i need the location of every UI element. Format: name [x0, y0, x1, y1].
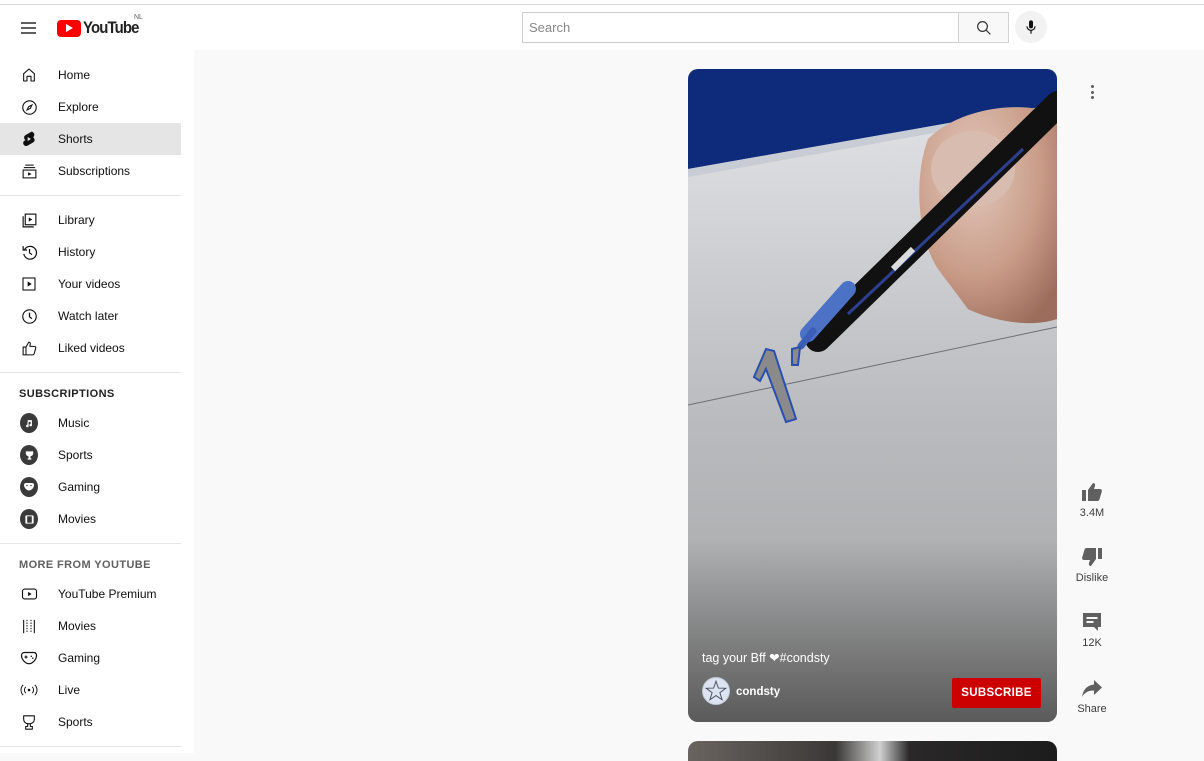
sidebar-item-label: Live	[58, 683, 81, 697]
country-code: NL	[134, 14, 143, 21]
microphone-icon	[1026, 20, 1036, 34]
sidebar-item-movies[interactable]: Movies	[0, 503, 181, 535]
subscribe-button[interactable]: SUBSCRIBE	[952, 678, 1041, 708]
sidebar-item-label: Liked videos	[58, 341, 125, 355]
library-icon	[20, 211, 38, 229]
dislike-label: Dislike	[1075, 572, 1109, 584]
sidebar-item-more-movies[interactable]: Movies	[0, 610, 181, 642]
youtube-premium-icon	[20, 585, 38, 603]
thumbs-down-icon	[1082, 548, 1102, 566]
sidebar-item-label: Subscriptions	[58, 164, 131, 178]
sidebar-item-home[interactable]: Home	[0, 59, 181, 91]
sidebar-divider	[0, 372, 181, 373]
youtube-logo[interactable]: YouTube NL	[57, 14, 146, 39]
search-bar	[522, 12, 1009, 43]
sidebar-item-label: YouTube Premium	[58, 587, 157, 601]
sidebar-item-label: Movies	[58, 619, 97, 633]
sidebar-item-gaming[interactable]: Gaming	[0, 471, 181, 503]
share-arrow-icon	[1082, 680, 1102, 697]
channel-name[interactable]: condsty	[736, 686, 780, 698]
sidebar-item-library[interactable]: Library	[0, 204, 181, 236]
sidebar-item-label: Movies	[58, 512, 97, 526]
channel-avatar[interactable]	[702, 677, 730, 705]
search-button[interactable]	[958, 12, 1009, 43]
sidebar-item-music[interactable]: Music	[0, 407, 181, 439]
thumbs-up-icon	[20, 339, 38, 357]
sidebar-scroll-gutter	[181, 50, 194, 753]
sidebar-item-label: Sports	[58, 715, 93, 729]
sidebar-item-label: Home	[58, 68, 91, 82]
sidebar-item-subscriptions[interactable]: Subscriptions	[0, 155, 181, 187]
sidebar-item-live[interactable]: Live	[0, 674, 181, 706]
sidebar-item-explore[interactable]: Explore	[0, 91, 181, 123]
share-label: Share	[1077, 703, 1107, 715]
sidebar: Home Explore Shorts Subscriptions Librar…	[0, 50, 181, 753]
sidebar-item-label: Shorts	[58, 132, 93, 146]
thumbs-up-icon	[1082, 483, 1102, 501]
sidebar-item-watch-later[interactable]: Watch later	[0, 300, 181, 332]
masthead: YouTube NL	[0, 5, 1204, 50]
clock-icon	[20, 307, 38, 325]
subscriptions-heading: SUBSCRIPTIONS	[19, 388, 115, 400]
sidebar-divider	[0, 195, 181, 196]
shorts-icon	[20, 130, 38, 148]
more-vert-icon	[1090, 85, 1094, 88]
home-icon	[20, 66, 38, 84]
comment-count: 12K	[1082, 637, 1102, 649]
sidebar-item-label: Library	[58, 213, 95, 227]
sidebar-item-label: Gaming	[58, 651, 101, 665]
next-short-preview[interactable]	[688, 741, 1057, 761]
sidebar-item-label: Gaming	[58, 480, 101, 494]
your-videos-icon	[20, 275, 38, 293]
sidebar-item-history[interactable]: History	[0, 236, 181, 268]
sidebar-item-label: Sports	[58, 448, 93, 462]
trophy-icon	[20, 713, 38, 731]
sidebar-divider	[0, 746, 181, 747]
short-video-player[interactable]: tag your Bff ❤#condsty condsty SUBSCRIBE	[688, 69, 1057, 722]
more-options-button[interactable]	[1080, 80, 1104, 104]
sidebar-item-label: Explore	[58, 100, 99, 114]
sidebar-item-label: Your videos	[58, 277, 121, 291]
history-icon	[20, 243, 38, 261]
trophy-icon	[20, 445, 38, 465]
youtube-play-logo-icon	[57, 19, 81, 37]
logo-text: YouTube	[83, 18, 140, 37]
sidebar-item-more-sports[interactable]: Sports	[0, 706, 181, 738]
search-icon	[976, 20, 991, 35]
share-button[interactable]: Share	[1068, 676, 1116, 715]
dislike-button[interactable]: Dislike	[1068, 545, 1116, 584]
sidebar-item-label: Watch later	[58, 309, 119, 323]
search-input[interactable]	[522, 12, 958, 43]
music-note-icon	[20, 413, 38, 433]
like-count: 3.4M	[1079, 507, 1105, 519]
sidebar-item-youtube-premium[interactable]: YouTube Premium	[0, 578, 181, 610]
video-frame	[688, 69, 1057, 722]
sidebar-item-label: Music	[58, 416, 90, 430]
sidebar-item-more-gaming[interactable]: Gaming	[0, 642, 181, 674]
film-icon	[20, 509, 38, 529]
voice-search-button[interactable]	[1015, 11, 1047, 43]
live-broadcast-icon	[20, 681, 38, 699]
gamepad-icon	[20, 477, 38, 497]
comments-button[interactable]: 12K	[1068, 610, 1116, 649]
film-strip-icon	[20, 617, 38, 635]
comment-icon	[1083, 613, 1101, 631]
subscriptions-icon	[20, 162, 38, 180]
sidebar-item-your-videos[interactable]: Your videos	[0, 268, 181, 300]
video-caption: tag your Bff ❤#condsty	[702, 651, 830, 665]
sidebar-item-label: History	[58, 245, 96, 259]
sidebar-divider	[0, 543, 181, 544]
sidebar-item-shorts[interactable]: Shorts	[0, 123, 181, 155]
sidebar-item-liked-videos[interactable]: Liked videos	[0, 332, 181, 364]
menu-icon[interactable]	[18, 17, 40, 39]
sidebar-item-sports[interactable]: Sports	[0, 439, 181, 471]
star-logo-icon	[704, 679, 728, 701]
like-button[interactable]: 3.4M	[1068, 480, 1116, 519]
more-from-youtube-heading: MORE FROM YOUTUBE	[19, 559, 151, 571]
compass-icon	[20, 98, 38, 116]
gamepad-icon	[20, 649, 38, 667]
